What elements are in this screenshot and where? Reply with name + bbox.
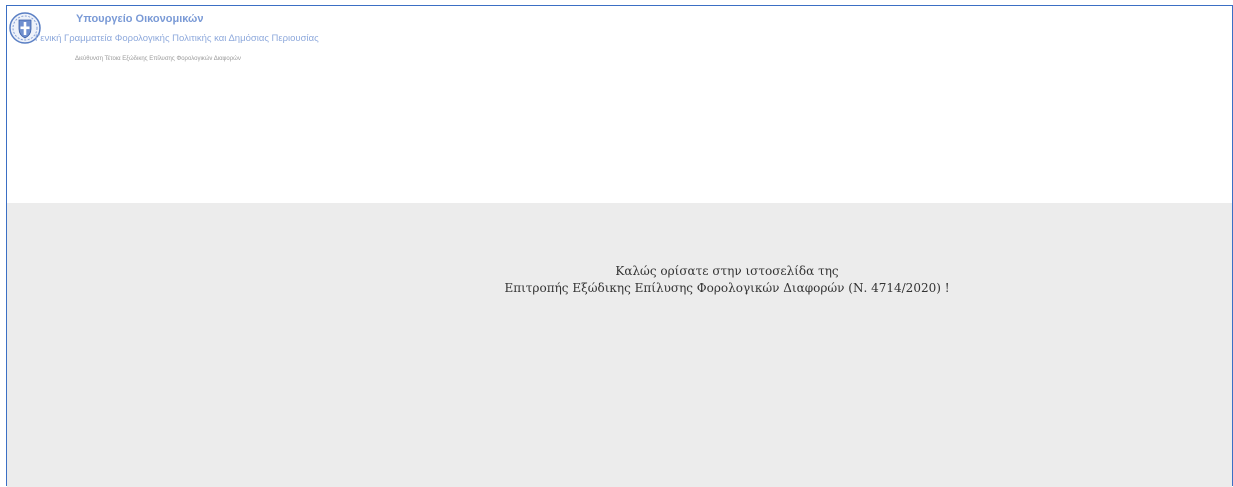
- welcome-message: Καλώς ορίσατε στην ιστοσελίδα της Επιτρο…: [407, 263, 1047, 297]
- ministry-title: Υπουργείο Οικονομικών: [76, 13, 204, 25]
- site-header: Υπουργείο Οικονομικών Γενική Γραμματεία …: [7, 6, 1232, 202]
- secretariat-subtitle: Γενική Γραμματεία Φορολογικής Πολιτικής …: [35, 33, 319, 44]
- directorate-subtitle: Διεύθυνση Τέτοια Εξώδικης Επίλυσης Φορολ…: [75, 56, 241, 62]
- main-content: Καλώς ορίσατε στην ιστοσελίδα της Επιτρο…: [7, 203, 1232, 487]
- page-frame: Υπουργείο Οικονομικών Γενική Γραμματεία …: [6, 5, 1233, 487]
- welcome-line-1: Καλώς ορίσατε στην ιστοσελίδα της: [615, 264, 839, 278]
- welcome-line-2: Επιτροπής Εξώδικης Επίλυσης Φορολογικών …: [504, 281, 950, 295]
